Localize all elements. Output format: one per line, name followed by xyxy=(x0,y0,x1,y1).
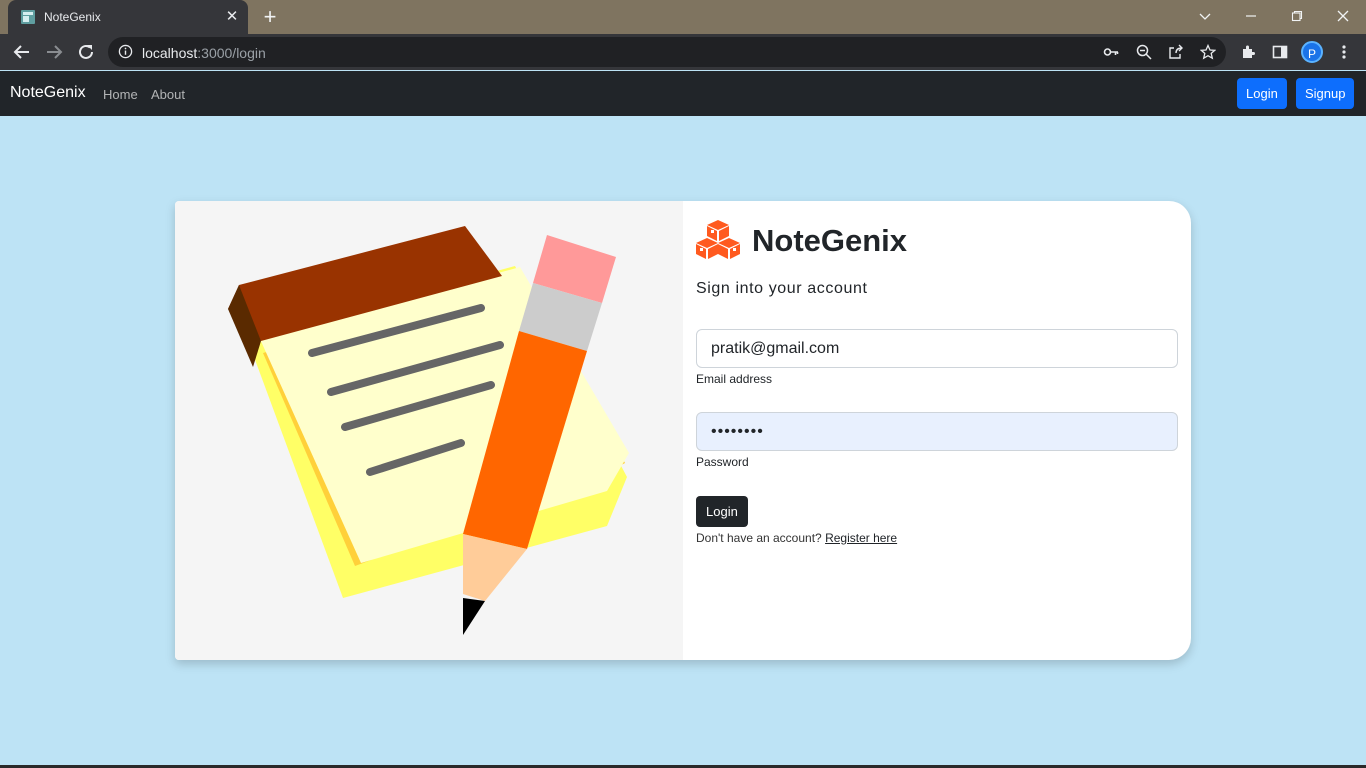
tab-search-icon[interactable] xyxy=(1182,0,1228,32)
register-link[interactable]: Register here xyxy=(825,531,897,545)
zoom-out-icon[interactable] xyxy=(1135,43,1153,61)
close-tab-icon[interactable]: ✕ xyxy=(222,7,242,27)
url-path: :3000/login xyxy=(197,45,266,61)
notepad-pencil-illustration xyxy=(228,226,629,635)
extensions-icon[interactable] xyxy=(1234,38,1262,66)
browser-toolbar: localhost:3000/login P xyxy=(0,34,1366,70)
minimize-icon[interactable] xyxy=(1228,0,1274,32)
illustration-panel xyxy=(175,201,683,660)
app-navbar: NoteGenix Home About Login Signup xyxy=(0,71,1366,116)
password-key-icon[interactable] xyxy=(1102,43,1120,61)
back-arrow-icon[interactable] xyxy=(8,38,36,66)
nav-link-home[interactable]: Home xyxy=(103,87,138,102)
forward-arrow-icon[interactable] xyxy=(40,38,68,66)
app-title: NoteGenix xyxy=(752,223,908,258)
navbar-signup-button[interactable]: Signup xyxy=(1296,78,1355,109)
profile-avatar[interactable]: P xyxy=(1301,41,1323,63)
register-prompt: Don't have an account? Register here xyxy=(696,531,897,545)
password-field[interactable]: •••••••• xyxy=(696,412,1178,451)
url-host: localhost xyxy=(142,45,198,61)
url-text[interactable]: localhost:3000/login xyxy=(142,45,266,61)
site-info-icon[interactable] xyxy=(118,44,133,59)
browser-menu-icon[interactable] xyxy=(1330,38,1358,66)
password-label: Password xyxy=(696,455,749,469)
share-icon[interactable] xyxy=(1167,43,1185,61)
cubes-logo-icon xyxy=(696,220,740,259)
form-subtitle: Sign into your account xyxy=(696,280,868,297)
login-card: NoteGenix Sign into your account pratik@… xyxy=(175,201,1191,660)
navbar-login-button[interactable]: Login xyxy=(1237,78,1287,109)
side-panel-icon[interactable] xyxy=(1266,38,1294,66)
browser-tab[interactable]: NoteGenix ✕ xyxy=(8,0,248,34)
email-field[interactable]: pratik@gmail.com xyxy=(696,329,1178,368)
browser-tabstrip: NoteGenix ✕ + xyxy=(0,0,1366,34)
address-bar[interactable]: localhost:3000/login xyxy=(108,37,1226,67)
login-submit-button[interactable]: Login xyxy=(696,496,748,527)
tab-title: NoteGenix xyxy=(44,10,101,24)
bookmark-star-icon[interactable] xyxy=(1199,43,1217,61)
close-window-icon[interactable] xyxy=(1320,0,1366,32)
login-form-panel: NoteGenix Sign into your account pratik@… xyxy=(683,201,1191,660)
email-label: Email address xyxy=(696,372,773,386)
register-prompt-text: Don't have an account? xyxy=(696,531,822,545)
reload-icon[interactable] xyxy=(72,38,100,66)
nav-link-about[interactable]: About xyxy=(151,87,185,102)
restore-icon[interactable] xyxy=(1274,0,1320,32)
new-tab-icon[interactable]: + xyxy=(258,5,282,29)
page-favicon-icon xyxy=(21,10,35,24)
navbar-brand[interactable]: NoteGenix xyxy=(10,84,86,102)
